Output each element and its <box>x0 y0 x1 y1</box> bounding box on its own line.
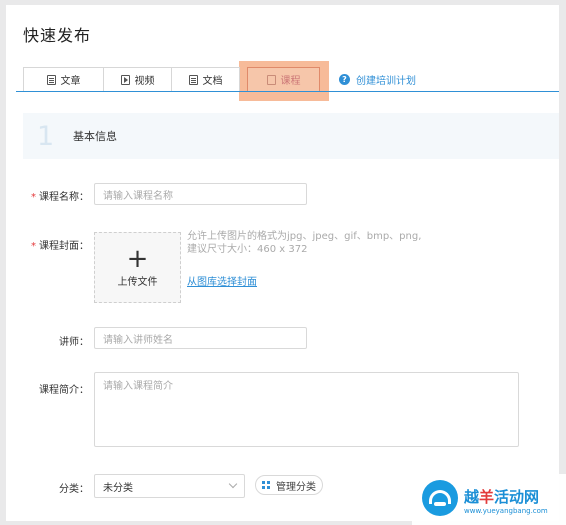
course-cover-label: * 课程封面： <box>9 237 89 252</box>
course-intro-placeholder: 请输入课程简介 <box>103 381 173 392</box>
section-number: 1 <box>37 120 55 152</box>
course-name-placeholder: 请输入课程名称 <box>103 190 173 202</box>
article-icon <box>46 74 56 85</box>
tab-course[interactable]: 课程 <box>247 67 320 91</box>
course-icon <box>266 74 276 85</box>
section-header: 1 基本信息 <box>23 113 559 159</box>
watermark-char-red: 羊 <box>479 488 495 506</box>
tab-document[interactable]: 文档 <box>171 67 240 91</box>
plus-icon: + <box>126 244 149 274</box>
watermark: 越羊活动网 www.yueyangbang.com <box>412 474 566 525</box>
category-label: 分类： <box>59 484 89 495</box>
document-icon <box>188 74 198 85</box>
tab-label: 课程 <box>280 76 301 87</box>
manage-category-label: 管理分类 <box>276 481 316 493</box>
manage-category-button[interactable]: 管理分类 <box>255 475 323 495</box>
course-name-input[interactable]: 请输入课程名称 <box>94 183 307 205</box>
course-cover-label-text: 课程封面： <box>39 241 89 252</box>
watermark-logo <box>422 480 458 516</box>
question-icon: ? <box>339 74 350 85</box>
lecturer-placeholder: 请输入讲师姓名 <box>103 334 173 346</box>
course-intro-label: 课程简介： <box>39 385 89 396</box>
chevron-down-icon <box>228 479 238 489</box>
course-name-label: * 课程名称： <box>9 188 89 203</box>
watermark-title: 越羊活动网 <box>464 486 539 507</box>
watermark-char: 越 <box>464 488 480 506</box>
upload-label: 上传文件 <box>117 277 158 288</box>
tab-article[interactable]: 文章 <box>23 67 104 91</box>
lecturer-input[interactable]: 请输入讲师姓名 <box>94 327 307 349</box>
course-name-label-text: 课程名称： <box>39 192 89 203</box>
tab-label: 文档 <box>202 76 223 87</box>
required-mark: * <box>31 241 36 252</box>
tab-label: 文章 <box>60 76 81 87</box>
lecturer-label: 讲师： <box>59 337 89 348</box>
select-cover-from-gallery-link[interactable]: 从图库选择封面 <box>187 273 257 288</box>
course-intro-textarea[interactable]: 请输入课程简介 <box>94 372 519 447</box>
category-select[interactable]: 未分类 <box>94 474 245 498</box>
tabs-divider <box>16 91 559 92</box>
create-training-plan-link[interactable]: ? 创建培训计划 <box>339 72 416 87</box>
section-title: 基本信息 <box>73 130 117 143</box>
publish-panel: 快速发布 文章 视频 文档 课程 ? 创建培训计划 1 基本信息 * 课程名称： … <box>6 5 559 521</box>
page-title: 快速发布 <box>23 26 92 45</box>
grid-icon <box>262 481 270 489</box>
tab-label: 视频 <box>134 76 155 87</box>
required-mark: * <box>31 192 36 203</box>
video-icon <box>120 74 130 85</box>
help-link-label: 创建培训计划 <box>356 76 416 87</box>
watermark-rest: 活动网 <box>494 488 540 506</box>
upload-file-button[interactable]: + 上传文件 <box>94 232 181 303</box>
tab-video[interactable]: 视频 <box>103 67 172 91</box>
watermark-url: www.yueyangbang.com <box>464 507 548 515</box>
cover-format-hint: 允许上传图片的格式为jpg、jpeg、gif、bmp、png, <box>187 231 422 242</box>
cover-size-hint: 建议尺寸大小：460 x 372 <box>187 244 308 255</box>
category-selected-value: 未分类 <box>103 482 133 494</box>
